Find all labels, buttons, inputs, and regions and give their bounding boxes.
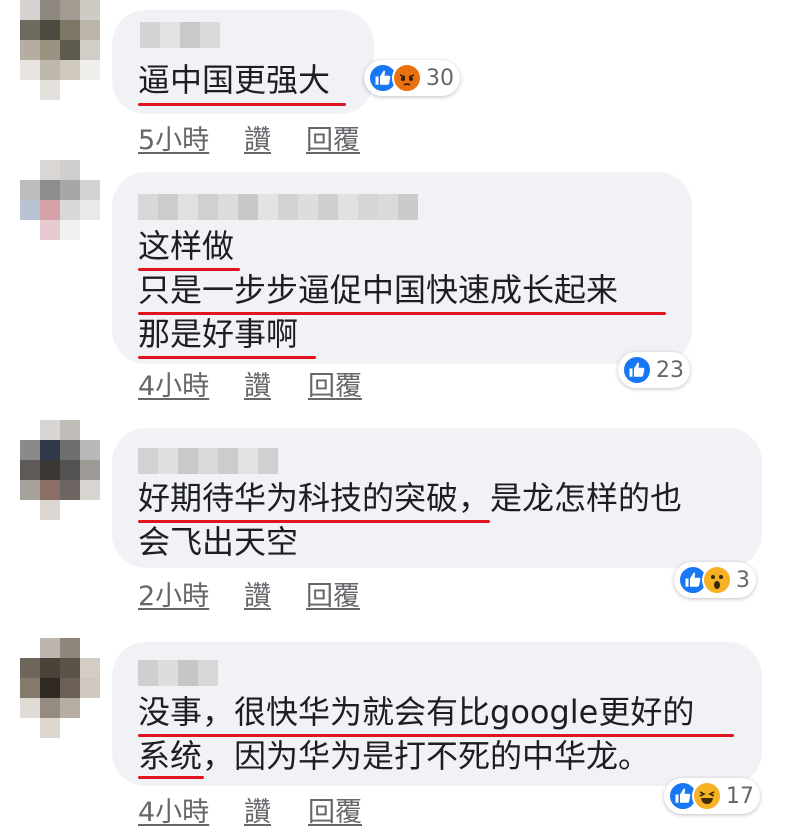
comment-text-line: 那是好事啊 — [138, 315, 299, 353]
timestamp-link[interactable]: 4小時 — [138, 790, 209, 829]
comment-actions: 2小時 讚 回覆 — [138, 574, 438, 612]
comment-actions: 5小時 讚 回覆 — [138, 118, 438, 156]
like-button[interactable]: 讚 — [244, 574, 271, 613]
reaction-count: 23 — [656, 357, 684, 383]
wow-icon — [702, 565, 732, 595]
comment-text-line: 逼中国更强大 — [138, 61, 331, 99]
haha-icon — [692, 781, 722, 811]
commenter-name-blurred[interactable] — [138, 660, 218, 686]
like-button[interactable]: 讚 — [244, 118, 271, 157]
commenter-name-blurred[interactable] — [138, 448, 278, 474]
comment-text-line: 只是一步步逼促中国快速成长起来 — [138, 271, 619, 309]
reply-button[interactable]: 回覆 — [308, 364, 362, 403]
timestamp-link[interactable]: 4小時 — [138, 364, 209, 403]
avatar[interactable] — [20, 638, 100, 738]
timestamp-link[interactable]: 5小時 — [138, 118, 209, 157]
commenter-name-blurred[interactable] — [138, 194, 418, 220]
comment-item: 没事，很快华为就会有比google更好的 系统，因为华为是打不死的中华龙。 17… — [0, 638, 800, 830]
like-button[interactable]: 讚 — [244, 364, 271, 403]
comment-text-line: 没事，很快华为就会有比google更好的 — [138, 693, 695, 731]
reaction-count: 30 — [426, 65, 454, 91]
avatar[interactable] — [20, 160, 100, 260]
highlight-underline — [138, 356, 316, 359]
comment-item: 这样做 只是一步步逼促中国快速成长起来 那是好事啊 23 4小時 讚 回覆 — [0, 160, 800, 410]
comment-text-line: 好期待华为科技的突破，是龙怎样的也 — [138, 479, 683, 517]
avatar[interactable] — [20, 420, 100, 520]
reply-button[interactable]: 回覆 — [308, 790, 362, 829]
reaction-summary[interactable]: 30 — [364, 60, 460, 96]
reaction-count: 17 — [726, 783, 754, 809]
avatar[interactable] — [20, 0, 100, 100]
reply-button[interactable]: 回覆 — [306, 574, 360, 613]
reaction-summary[interactable]: 17 — [664, 778, 760, 814]
highlight-underline — [138, 103, 346, 106]
comment-bubble: 逼中国更强大 — [112, 10, 374, 114]
commenter-name-blurred[interactable] — [140, 22, 220, 48]
comment-text-line: 这样做 — [138, 227, 235, 265]
comment-bubble: 没事，很快华为就会有比google更好的 系统，因为华为是打不死的中华龙。 — [112, 642, 762, 786]
reply-button[interactable]: 回覆 — [306, 118, 360, 157]
comment-text-line: 系统，因为华为是打不死的中华龙。 — [138, 737, 651, 775]
highlight-underline — [138, 776, 204, 779]
angry-icon — [392, 63, 422, 93]
reaction-count: 3 — [736, 567, 750, 593]
comment-bubble: 这样做 只是一步步逼促中国快速成长起来 那是好事啊 — [112, 172, 692, 364]
reaction-summary[interactable]: 23 — [618, 352, 690, 388]
comment-item: 好期待华为科技的突破，是龙怎样的也 会飞出天空 3 2小時 讚 回覆 — [0, 420, 800, 625]
comment-bubble: 好期待华为科技的突破，是龙怎样的也 会飞出天空 — [112, 428, 762, 568]
reaction-summary[interactable]: 3 — [674, 562, 756, 598]
like-icon — [622, 355, 652, 385]
comment-item: 逼中国更强大 30 5小時 讚 回覆 — [0, 0, 800, 160]
timestamp-link[interactable]: 2小時 — [138, 574, 209, 613]
like-button[interactable]: 讚 — [244, 790, 271, 829]
comment-actions: 4小時 讚 回覆 — [138, 364, 438, 402]
comment-actions: 4小時 讚 回覆 — [138, 790, 438, 828]
comment-text-line: 会飞出天空 — [138, 523, 299, 561]
